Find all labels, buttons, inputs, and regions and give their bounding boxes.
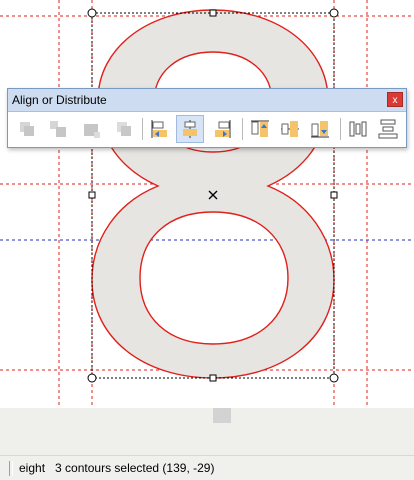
horizontal-scroll-area[interactable] (0, 408, 414, 455)
align-group-1-button[interactable] (13, 115, 41, 143)
align-left-button[interactable] (146, 115, 174, 143)
selection-handle-right[interactable] (330, 191, 338, 199)
align-top-button[interactable] (246, 115, 274, 143)
selection-handle-bottom-right[interactable] (329, 373, 339, 383)
toolbar-separator (242, 118, 243, 140)
align-objects-disabled-icon (84, 124, 100, 138)
align-objects-disabled-icon (117, 122, 131, 136)
align-right-icon (215, 120, 231, 138)
status-glyph-name: eight (19, 461, 46, 475)
glyph-eight-outline[interactable] (91, 9, 335, 379)
selection-handle-bottom[interactable] (209, 374, 217, 382)
toolbar-separator (340, 118, 341, 140)
align-group-3-button[interactable] (78, 115, 106, 143)
align-bottom-button[interactable] (306, 115, 334, 143)
align-objects-disabled-icon (20, 122, 34, 136)
align-center-horizontal-icon (183, 120, 197, 138)
selection-handle-top-right[interactable] (329, 8, 339, 18)
distribute-vertical-icon (378, 119, 398, 139)
distribute-horizontal-button[interactable] (344, 115, 372, 143)
close-button[interactable]: x (387, 92, 403, 107)
selection-handle-bottom-left[interactable] (87, 373, 97, 383)
toolbar-separator (142, 118, 143, 140)
palette-toolbar (8, 112, 406, 148)
status-grip (9, 460, 13, 476)
selection-handle-top[interactable] (209, 9, 217, 17)
selection-handle-left[interactable] (88, 191, 96, 199)
align-group-2-button[interactable] (44, 115, 72, 143)
align-center-horizontal-button[interactable] (176, 115, 204, 143)
align-center-vertical-button[interactable] (276, 115, 304, 143)
align-distribute-palette: Align or Distribute x (7, 88, 407, 148)
align-objects-disabled-icon (50, 121, 66, 137)
align-bottom-icon (311, 121, 329, 138)
palette-title: Align or Distribute (12, 93, 107, 107)
align-left-icon (151, 120, 167, 138)
palette-title-bar[interactable]: Align or Distribute (8, 89, 406, 112)
align-top-icon (251, 120, 269, 137)
scrollbar-thumb[interactable] (213, 408, 231, 423)
glyph-canvas-svg[interactable] (0, 0, 414, 408)
glyph-edit-canvas[interactable] (0, 0, 414, 408)
align-center-vertical-icon (281, 121, 299, 137)
distribute-vertical-button[interactable] (374, 115, 402, 143)
selection-handle-top-left[interactable] (87, 8, 97, 18)
align-group-4-button[interactable] (110, 115, 138, 143)
status-bar: eight 3 contours selected (139, -29) (0, 455, 414, 480)
align-right-button[interactable] (208, 115, 236, 143)
distribute-horizontal-icon (349, 121, 367, 137)
status-message: 3 contours selected (139, -29) (55, 461, 215, 475)
